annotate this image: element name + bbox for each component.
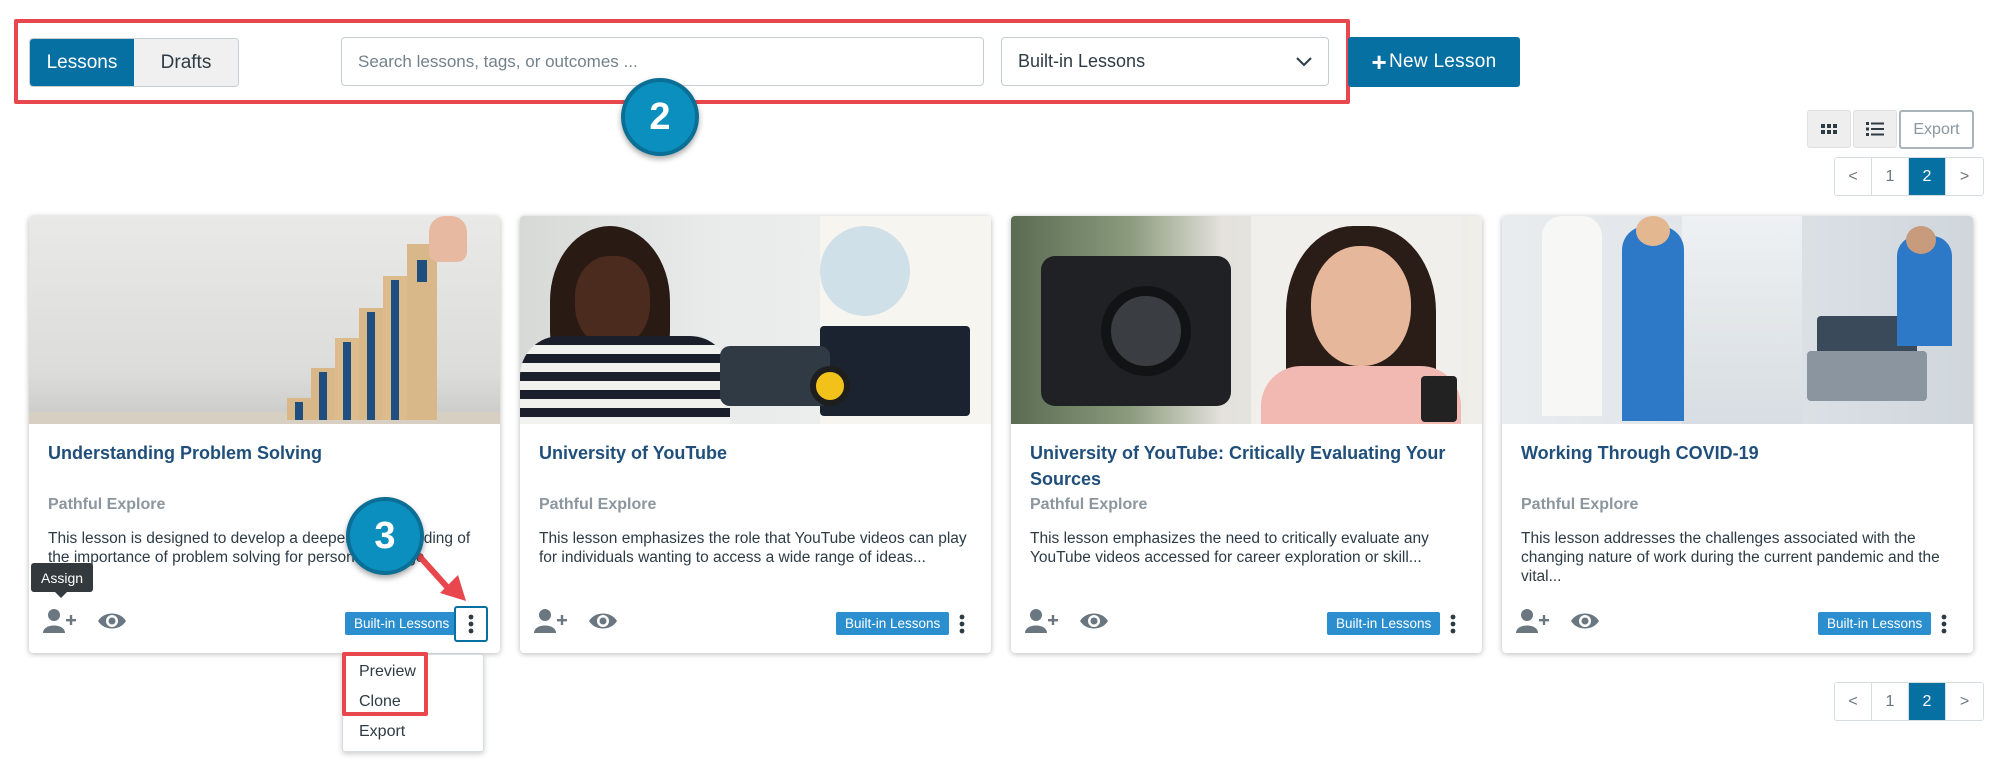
new-lesson-label: New Lesson: [1388, 51, 1497, 72]
lesson-card-provider: Pathful Explore: [1521, 496, 1639, 513]
more-options-button[interactable]: [454, 606, 488, 642]
pagination-top: < 1 2 >: [1834, 157, 1984, 196]
menu-item-export[interactable]: Export: [359, 723, 405, 741]
pagination-next[interactable]: >: [1946, 683, 1983, 720]
lesson-card[interactable]: Understanding Problem Solving Pathful Ex…: [29, 216, 500, 653]
lesson-card-image: [1502, 216, 1973, 424]
grid-view-button[interactable]: [1807, 110, 1851, 148]
more-options-button[interactable]: [1436, 606, 1470, 642]
assign-tooltip: Assign: [31, 563, 94, 598]
lesson-card-description: This lesson emphasizes the need to criti…: [1030, 530, 1429, 566]
lesson-card[interactable]: University of YouTube: Critically Evalua…: [1011, 216, 1482, 653]
callout-badge-2-label: 2: [649, 95, 671, 138]
lesson-card-image: [520, 216, 991, 424]
lesson-card[interactable]: University of YouTube Pathful Explore Th…: [520, 216, 991, 653]
assign-user-icon[interactable]: [1516, 608, 1550, 634]
eye-icon[interactable]: [1570, 610, 1600, 632]
kebab-menu-icon: [468, 614, 474, 634]
lesson-card-tag: Built-in Lessons: [1327, 612, 1441, 635]
assign-user-icon[interactable]: [534, 608, 568, 634]
kebab-menu-icon: [1450, 614, 1456, 634]
pagination-page-2[interactable]: 2: [1909, 683, 1946, 720]
pagination-next[interactable]: >: [1946, 158, 1983, 195]
lesson-card-image: [1011, 216, 1482, 424]
lesson-card-provider: Pathful Explore: [539, 496, 657, 513]
menu-highlight-box: [342, 652, 428, 716]
lesson-card-actions: [1025, 608, 1109, 634]
pagination-prev[interactable]: <: [1835, 158, 1872, 195]
lesson-card-actions: [1516, 608, 1600, 634]
plus-icon: +: [1371, 47, 1387, 77]
eye-icon[interactable]: [588, 610, 618, 632]
lesson-card-description: This lesson emphasizes the role that You…: [539, 530, 967, 566]
list-view-button[interactable]: [1853, 110, 1897, 148]
pagination-bottom: < 1 2 >: [1834, 682, 1984, 721]
eye-icon[interactable]: [1079, 610, 1109, 632]
lesson-type-selected: Built-in Lessons: [1018, 51, 1146, 71]
lesson-card-tag: Built-in Lessons: [1818, 612, 1932, 635]
pagination-page-2[interactable]: 2: [1909, 158, 1946, 195]
new-lesson-button[interactable]: + New Lesson: [1348, 37, 1520, 87]
callout-badge-2: 2: [621, 78, 699, 156]
more-options-button[interactable]: [1927, 606, 1961, 642]
lesson-card-title[interactable]: Understanding Problem Solving: [48, 440, 478, 466]
callout-arrow-head: [440, 575, 466, 601]
lesson-card-title[interactable]: Working Through COVID-19: [1521, 440, 1951, 466]
lesson-card[interactable]: Working Through COVID-19 Pathful Explore…: [1502, 216, 1973, 653]
export-button[interactable]: Export: [1899, 110, 1974, 149]
lesson-card-actions: [534, 608, 618, 634]
lesson-card-provider: Pathful Explore: [48, 496, 166, 513]
kebab-menu-icon: [959, 614, 965, 634]
assign-user-icon[interactable]: [1025, 608, 1059, 634]
pagination-page-1[interactable]: 1: [1872, 683, 1909, 720]
callout-badge-3: 3: [346, 497, 424, 575]
grid-icon: [1821, 124, 1837, 134]
tab-drafts[interactable]: Drafts: [134, 39, 238, 86]
lesson-card-image: [29, 216, 500, 424]
assign-user-icon[interactable]: [43, 608, 77, 634]
tab-lessons[interactable]: Lessons: [30, 39, 134, 86]
kebab-menu-icon: [1941, 614, 1947, 634]
pagination-prev[interactable]: <: [1835, 683, 1872, 720]
lesson-type-select[interactable]: Built-in Lessons: [1001, 37, 1329, 86]
pagination-page-1[interactable]: 1: [1872, 158, 1909, 195]
list-icon: [1866, 122, 1884, 136]
callout-badge-3-label: 3: [374, 514, 396, 557]
lesson-card-description: This lesson addresses the challenges ass…: [1521, 530, 1940, 585]
lesson-card-title[interactable]: University of YouTube: [539, 440, 969, 466]
chevron-down-icon: [1296, 56, 1312, 66]
eye-icon[interactable]: [97, 610, 127, 632]
lesson-card-actions: [43, 608, 127, 634]
lesson-card-tag: Built-in Lessons: [345, 612, 459, 635]
lesson-card-provider: Pathful Explore: [1030, 496, 1148, 513]
lessons-drafts-toggle: Lessons Drafts: [29, 38, 239, 87]
lesson-card-tag: Built-in Lessons: [836, 612, 950, 635]
more-options-button[interactable]: [945, 606, 979, 642]
lesson-card-title[interactable]: University of YouTube: Critically Evalua…: [1030, 440, 1460, 492]
